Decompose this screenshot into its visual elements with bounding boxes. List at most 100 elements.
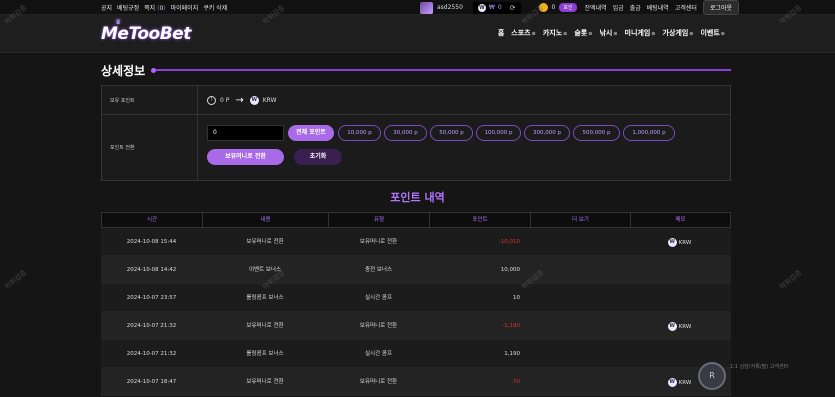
nav-casino[interactable]: 카지노⊙	[543, 28, 568, 38]
cell-time: 2024-10-07 18:47	[126, 379, 177, 385]
cell-time: 2024-10-08 15:44	[126, 239, 177, 245]
cell-points: 10,000	[500, 267, 520, 273]
history-table: 시간 내용 유형 포인트 더 보기 메모 2024-10-08 15:44 보유머…	[101, 212, 731, 396]
title-bar: 상세정보	[101, 62, 731, 78]
nav-minigame[interactable]: 미니게임⊙	[625, 28, 656, 38]
reset-button[interactable]: 초기화	[294, 149, 342, 165]
table-row: 2024-10-08 14:42 이벤트 보너스 충전 보너스 10,000	[101, 256, 731, 284]
cell-content: 보유머니로 전환	[246, 379, 284, 385]
mypage-link[interactable]: 마이페이지	[171, 3, 199, 12]
wallet-value: 0	[497, 4, 502, 11]
message-label: 쪽지	[144, 5, 156, 12]
message-link[interactable]: 쪽지 (0)	[144, 3, 165, 12]
amount-button-30000[interactable]: 30,000 p	[384, 125, 427, 141]
support-link[interactable]: 고객센터	[675, 3, 697, 12]
cell-more	[530, 340, 630, 368]
site-logo[interactable]: ♛ MeTooBet	[101, 18, 191, 44]
main-nav: 홈 스포츠⊙ 카지노⊙ 슬롯⊙ 낚시⊙ 미니게임⊙ 가상게임⊙ 이벤트⊙	[498, 28, 725, 38]
nav-event[interactable]: 이벤트⊙	[700, 28, 725, 38]
won-icon: W	[477, 3, 486, 12]
arrow-right-icon: →	[235, 95, 244, 106]
krw-label: KRW	[262, 97, 277, 104]
cell-memo	[630, 284, 729, 312]
chevron-down-icon: ⊙	[689, 31, 694, 37]
top-utility-bar: 공지 베팅규정 쪽지 (0) 마이페이지 쿠키 삭제 asd2550 W ₩ 0…	[0, 0, 835, 15]
all-points-button[interactable]: 전체 포인트	[288, 125, 334, 141]
won-icon: W	[667, 322, 677, 331]
cell-points: 10	[513, 295, 520, 301]
amount-button-10000[interactable]: 10,000 p	[338, 125, 381, 141]
cell-more	[530, 312, 630, 340]
cell-memo: W KRW	[630, 312, 729, 340]
logo-text: MeTooBet	[101, 24, 191, 44]
bet-history-link[interactable]: 베팅내역	[647, 3, 669, 12]
cell-time: 2024-10-07 23:57	[126, 295, 177, 301]
cell-more	[530, 228, 630, 256]
amount-button-500000[interactable]: 500,000 p	[573, 125, 620, 141]
refresh-icon[interactable]: ⟳	[510, 4, 516, 12]
nav-slot[interactable]: 슬롯⊙	[574, 28, 592, 38]
points-panel: 보유 포인트 ! 0 P → W KRW 포인트 전환 0 전체 포인트 10,…	[101, 85, 731, 181]
chevron-down-icon: ⊙	[651, 31, 656, 37]
col-points: 포인트	[430, 213, 531, 227]
withdraw-link[interactable]: 출금	[630, 3, 641, 12]
cell-time: 2024-10-07 21:32	[126, 323, 177, 329]
amount-button-1000000[interactable]: 1,000,000 p	[623, 125, 675, 141]
cell-type: 보유머니로 전환	[359, 379, 398, 385]
cell-type: 실시간 콤프	[364, 351, 393, 357]
cell-more	[530, 256, 630, 284]
table-row: 2024-10-07 23:57 롤링콤프 보너스 실시간 콤프 10	[101, 284, 731, 312]
cell-memo	[630, 256, 729, 284]
amount-button-300000[interactable]: 300,000 p	[524, 125, 570, 141]
cell-more	[530, 368, 630, 396]
avatar[interactable]	[420, 1, 433, 14]
cell-type: 실시간 콤프	[364, 295, 393, 301]
wallet-currency-sign: ₩	[488, 4, 495, 11]
nav-virtual[interactable]: 가상게임⊙	[663, 28, 694, 38]
nav-minigame-label: 미니게임	[624, 29, 651, 37]
won-icon: W	[667, 238, 677, 247]
user-menu: 잔액내역 입금 출금 베팅내역 고객센터	[585, 3, 697, 12]
user-area: asd2550 W ₩ 0 ⟳ 0 포인 잔액내역 입금 출금 베팅내역 고객센…	[420, 0, 740, 15]
convert-amount-input[interactable]: 0	[207, 125, 284, 141]
watermark: 먹튀검증	[3, 268, 29, 292]
won-icon: W	[667, 378, 677, 387]
message-count-close: )	[163, 5, 166, 12]
cell-type: 보유머니로 전환	[359, 323, 398, 329]
convert-to-money-button[interactable]: 보유머니로 전환	[207, 149, 284, 165]
notice-link[interactable]: 공지	[101, 3, 112, 12]
memo-krw: W KRW	[667, 313, 692, 341]
memo-text: KRW	[678, 239, 692, 246]
table-row: 2024-10-07 21:32 롤링콤프 보너스 실시간 콤프 1,190	[101, 340, 731, 368]
nav-event-label: 이벤트	[700, 29, 720, 37]
coin-badge[interactable]: 포인	[559, 3, 577, 12]
clear-cookie-link[interactable]: 쿠키 삭제	[203, 3, 227, 12]
memo-text: KRW	[678, 323, 692, 330]
page-title: 상세정보	[101, 63, 146, 78]
cell-content: 보유머니로 전환	[246, 239, 284, 245]
nav-sports[interactable]: 스포츠⊙	[511, 28, 536, 38]
cell-more	[530, 284, 630, 312]
points-row: 보유 포인트 ! 0 P → W KRW	[102, 86, 730, 115]
bet-rules-link[interactable]: 베팅규정	[117, 3, 139, 12]
cell-type: 충전 보너스	[364, 267, 393, 273]
amount-button-50000[interactable]: 50,000 p	[430, 125, 473, 141]
history-header: 시간 내용 유형 포인트 더 보기 메모	[101, 212, 731, 228]
history-title: 포인트 내역	[390, 191, 445, 204]
username: asd2550	[437, 4, 463, 11]
nav-fishing[interactable]: 낚시⊙	[599, 28, 617, 38]
clock-icon: !	[207, 96, 216, 105]
logout-button[interactable]: 로그아웃	[702, 0, 740, 15]
wallet-box: W ₩ 0 ⟳	[472, 1, 521, 14]
crown-icon: ♛	[115, 18, 121, 26]
chevron-down-icon: ⊙	[563, 31, 568, 37]
deposit-link[interactable]: 입금	[613, 3, 624, 12]
cell-points: -1,190	[502, 323, 520, 329]
cell-memo: W KRW	[630, 228, 729, 256]
nav-home[interactable]: 홈	[498, 28, 504, 38]
cell-content: 롤링콤프 보너스	[246, 351, 284, 357]
amount-button-100000[interactable]: 100,000 p	[476, 125, 521, 141]
chevron-down-icon: ⊙	[720, 31, 725, 37]
balance-history-link[interactable]: 잔액내역	[585, 3, 607, 12]
customer-service-button[interactable]: R	[698, 362, 726, 390]
